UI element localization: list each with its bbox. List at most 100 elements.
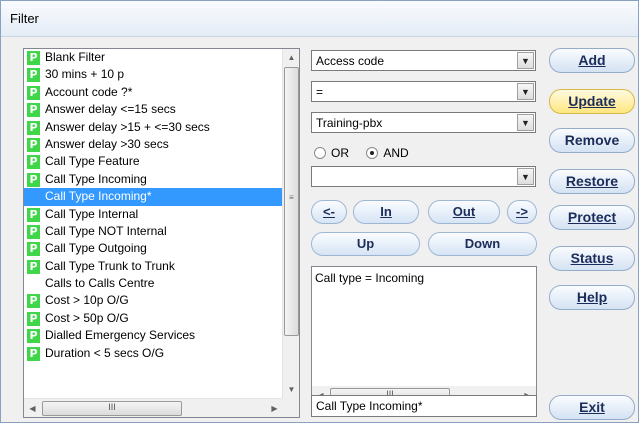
protected-icon: P — [27, 242, 40, 257]
move-right-button[interactable]: -> — [507, 200, 537, 224]
exit-button[interactable]: Exit — [549, 395, 635, 420]
filter-list[interactable]: P Blank Filter P 30 mins + 10 p P Account cod… — [23, 48, 300, 418]
list-item[interactable]: Calls to Calls Centre — [24, 275, 283, 292]
protected-icon: P — [27, 103, 40, 118]
list-item[interactable]: P Call Type Trunk to Trunk — [24, 258, 283, 275]
scroll-corner — [282, 398, 299, 417]
expression-text: Call type = Incoming — [315, 271, 425, 285]
help-button[interactable]: Help — [549, 285, 635, 310]
list-item-label: Answer delay <=15 secs — [45, 102, 176, 117]
list-item[interactable]: P Call Type Feature — [24, 153, 283, 170]
filter-window: Filter P Blank Filter P 30 mins + 10 p P Acco… — [0, 0, 639, 423]
list-item-label: Duration < 5 secs O/G — [45, 345, 165, 360]
remove-button[interactable]: Remove — [549, 128, 635, 153]
list-item-label: Cost > 10p O/G — [45, 293, 129, 308]
in-button[interactable]: In — [353, 200, 419, 224]
protect-button[interactable]: Protect — [549, 205, 635, 230]
chevron-down-icon[interactable]: ▼ — [517, 83, 534, 100]
chevron-down-icon[interactable]: ▼ — [517, 114, 534, 131]
protected-icon: P — [27, 329, 40, 344]
field-select[interactable]: Access code ▼ — [311, 50, 536, 71]
list-item[interactable]: P Cost > 50p O/G — [24, 310, 283, 327]
list-item[interactable]: P 30 mins + 10 p — [24, 66, 283, 83]
list-item-label: Answer delay >30 secs — [45, 136, 169, 151]
protected-icon: P — [27, 51, 40, 65]
list-item[interactable]: P Duration < 5 secs O/G — [24, 345, 283, 362]
filter-name-field[interactable]: Call Type Incoming* — [311, 395, 537, 417]
scroll-left-icon[interactable]: ◀ — [24, 399, 41, 418]
list-item[interactable]: P Answer delay >30 secs — [24, 136, 283, 153]
filter-list-items: P Blank Filter P 30 mins + 10 p P Account cod… — [24, 49, 283, 398]
list-item-label: Call Type Trunk to Trunk — [45, 258, 175, 273]
chevron-down-icon[interactable]: ▼ — [517, 168, 534, 185]
down-button[interactable]: Down — [428, 232, 537, 256]
protected-icon: P — [27, 155, 40, 170]
list-item[interactable]: P Cost > 10p O/G — [24, 292, 283, 309]
protected-icon: P — [27, 294, 40, 309]
protected-icon: P — [27, 85, 40, 100]
value-select-value: Training-pbx — [316, 116, 383, 130]
scroll-thumb[interactable]: ≡ — [284, 67, 299, 336]
chevron-down-icon[interactable]: ▼ — [517, 52, 534, 69]
value-select[interactable]: Training-pbx ▼ — [311, 112, 536, 133]
list-item[interactable]: Call Type Incoming* — [24, 188, 283, 206]
list-item[interactable]: P Call Type Incoming — [24, 171, 283, 188]
scroll-down-icon[interactable]: ▼ — [283, 381, 300, 398]
list-item[interactable]: P Call Type Internal — [24, 206, 283, 223]
list-item-label: Calls to Calls Centre — [45, 276, 155, 291]
extra-select[interactable]: ▼ — [311, 166, 536, 187]
protected-icon: P — [27, 172, 40, 187]
protected-icon: P — [27, 68, 40, 83]
list-item-label: Cost > 50p O/G — [45, 310, 129, 325]
filter-list-vscrollbar[interactable]: ▲ ≡ ▼ — [282, 49, 299, 398]
status-button[interactable]: Status — [549, 246, 635, 271]
list-item-label: Account code ?* — [45, 84, 133, 99]
list-item[interactable]: P Call Type Outgoing — [24, 240, 283, 257]
list-item-label: Blank Filter — [45, 50, 106, 64]
list-item[interactable]: P Dialled Emergency Services — [24, 327, 283, 344]
radio-and[interactable] — [366, 147, 379, 159]
radio-or[interactable] — [314, 147, 326, 159]
restore-button[interactable]: Restore — [549, 169, 635, 194]
protected-icon: P — [27, 137, 40, 152]
field-select-value: Access code — [316, 54, 385, 68]
scroll-up-icon[interactable]: ▲ — [283, 49, 300, 66]
list-item-label: Call Type Outgoing — [45, 241, 147, 256]
logic-radio-group: OR AND — [314, 146, 423, 160]
list-item[interactable]: P Account code ?* — [24, 84, 283, 101]
list-item[interactable]: P Blank Filter — [24, 49, 283, 66]
radio-or-label: OR — [331, 146, 349, 160]
update-button[interactable]: Update — [549, 89, 635, 114]
add-button[interactable]: Add — [549, 48, 635, 73]
up-button[interactable]: Up — [311, 232, 420, 256]
grip-icon: ≡ — [289, 193, 294, 202]
list-item-label: Call Type Incoming* — [45, 189, 152, 204]
list-item[interactable]: P Answer delay >15 + <=30 secs — [24, 119, 283, 136]
list-item-label: 30 mins + 10 p — [45, 67, 125, 82]
filter-list-hscrollbar[interactable]: ◀ III ▶ — [24, 398, 283, 417]
list-item-label: Call Type Feature — [45, 154, 140, 169]
list-item-label: Call Type Internal — [45, 206, 139, 221]
expression-box[interactable]: Call type = Incoming ◀ III ▶ — [311, 266, 537, 406]
window-title: Filter — [10, 11, 39, 26]
scroll-thumb[interactable]: III — [42, 401, 182, 416]
protected-icon: P — [27, 311, 40, 326]
list-item-label: Call Type Incoming — [45, 171, 147, 186]
title-bar: Filter — [1, 1, 638, 37]
scroll-right-icon[interactable]: ▶ — [266, 399, 283, 418]
protected-icon: P — [27, 259, 40, 274]
operator-select-value: = — [316, 85, 324, 99]
protected-icon: P — [27, 346, 40, 361]
protected-icon: P — [27, 224, 40, 239]
out-button[interactable]: Out — [428, 200, 500, 224]
list-item-label: Call Type NOT Internal — [45, 223, 167, 238]
move-left-button[interactable]: <- — [311, 200, 347, 224]
radio-and-label: AND — [383, 146, 409, 160]
protected-icon: P — [27, 207, 40, 222]
list-item-label: Answer delay >15 + <=30 secs — [45, 119, 210, 134]
list-item[interactable]: P Call Type NOT Internal — [24, 223, 283, 240]
protected-icon: P — [27, 120, 40, 135]
operator-select[interactable]: = ▼ — [311, 81, 536, 102]
list-item-label: Dialled Emergency Services — [45, 328, 196, 343]
list-item[interactable]: P Answer delay <=15 secs — [24, 101, 283, 118]
